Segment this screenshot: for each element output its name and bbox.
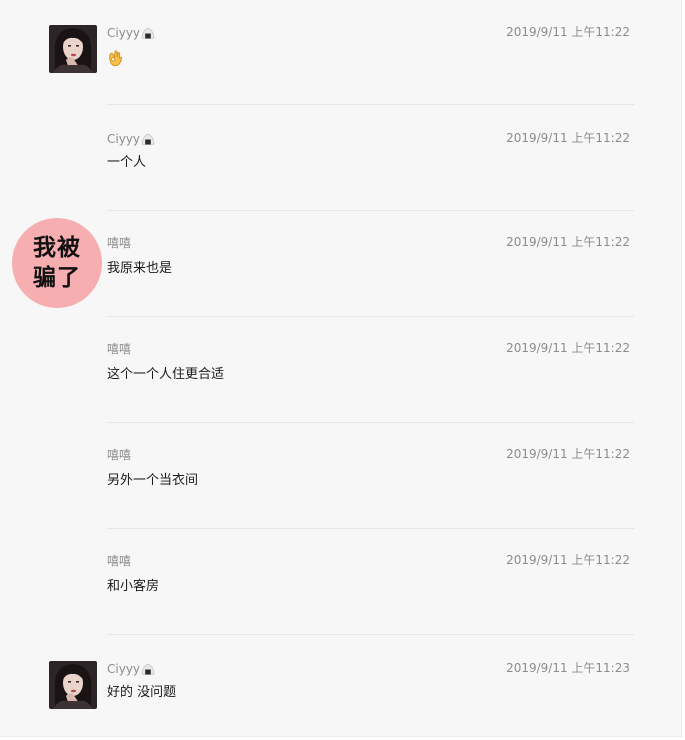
rice-ball-icon [141, 27, 155, 42]
avatar[interactable] [49, 661, 97, 709]
sender-name: 嘻嘻 [107, 554, 132, 568]
sender-name: 嘻嘻 [107, 236, 132, 250]
avatar[interactable] [49, 25, 97, 73]
sender-name: Ciyyy [107, 26, 155, 42]
message-text: 另外一个当衣间 [107, 473, 199, 488]
message-divider [107, 634, 634, 635]
message-text: 我原来也是 [107, 261, 173, 276]
message-timestamp: 2019/9/11 上午11:22 [506, 447, 630, 461]
sender-name: Ciyyy [107, 662, 155, 678]
message-divider [107, 316, 634, 317]
chat-history-panel[interactable]: Ciyyy 2019/9/11 上午11:22 Ciyyy 2019/9/11 … [0, 0, 682, 737]
sticker-overlay: 我被骗了 [12, 218, 102, 308]
message-timestamp: 2019/9/11 上午11:22 [506, 235, 630, 249]
message-divider [107, 528, 634, 529]
sender-name: 嘻嘻 [107, 448, 132, 462]
message-divider [107, 422, 634, 423]
sender-name: 嘻嘻 [107, 342, 132, 356]
sticker-text: 我被骗了 [33, 235, 81, 291]
message-timestamp: 2019/9/11 上午11:22 [506, 341, 630, 355]
message-text: 这个一个人住更合适 [107, 367, 225, 382]
message-text: 好的 没问题 [107, 685, 177, 700]
message-timestamp: 2019/9/11 上午11:23 [506, 661, 630, 675]
message-text: 一个人 [107, 155, 147, 170]
message-timestamp: 2019/9/11 上午11:22 [506, 131, 630, 145]
ok-hand-icon [107, 49, 123, 72]
message-timestamp: 2019/9/11 上午11:22 [506, 553, 630, 567]
message-timestamp: 2019/9/11 上午11:22 [506, 25, 630, 39]
message-text [107, 49, 123, 72]
sender-name: Ciyyy [107, 132, 155, 148]
message-divider [107, 210, 634, 211]
rice-ball-icon [141, 663, 155, 678]
message-text: 和小客房 [107, 579, 160, 594]
rice-ball-icon [141, 133, 155, 148]
message-divider [107, 104, 634, 105]
